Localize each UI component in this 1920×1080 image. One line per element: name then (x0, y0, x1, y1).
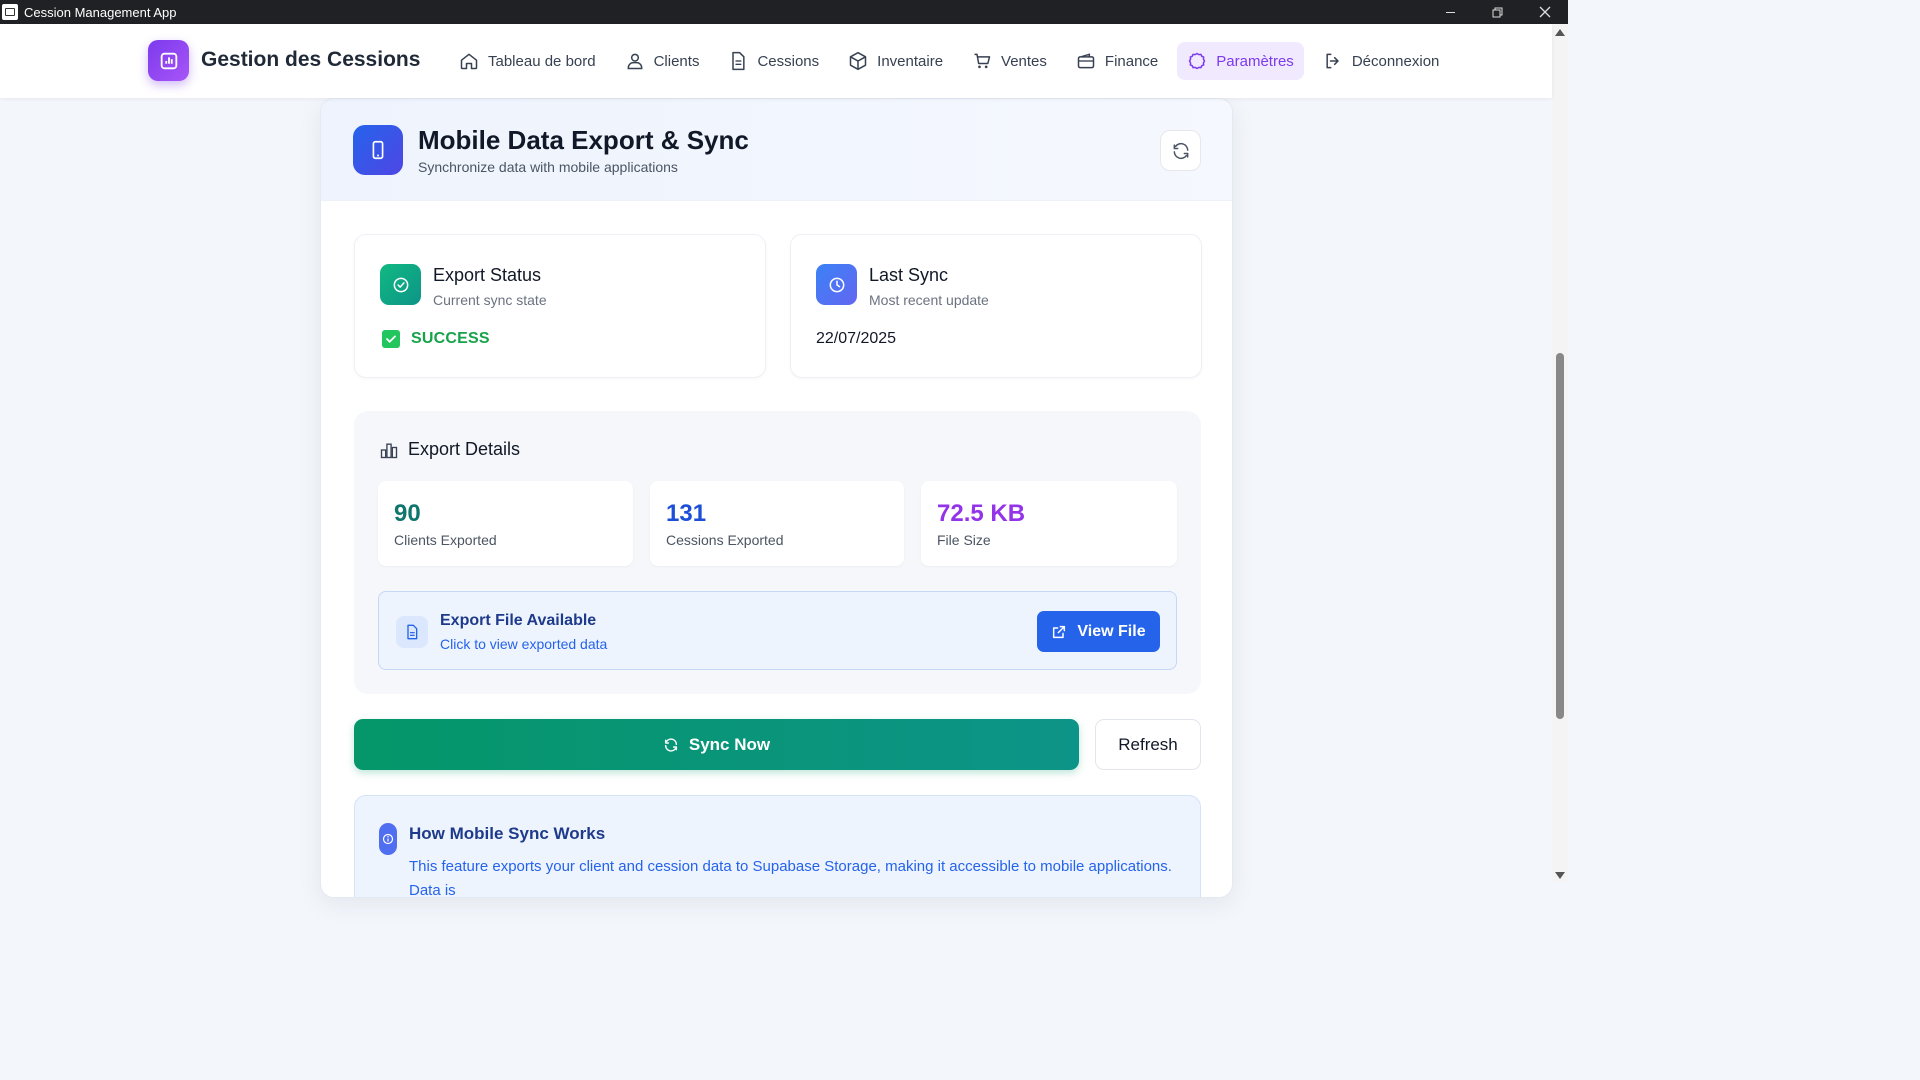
sync-now-button[interactable]: Sync Now (354, 719, 1079, 770)
box-icon (849, 51, 867, 71)
refresh-icon (664, 737, 677, 752)
document-icon (732, 51, 746, 71)
app-header: Gestion des Cessions Tableau de bord Cli… (0, 24, 1552, 98)
export-status-card: Export Status Current sync state SUCCESS (354, 234, 766, 378)
view-file-button[interactable]: View File (1037, 611, 1160, 652)
close-icon (1539, 6, 1550, 18)
users-icon (627, 53, 643, 70)
export-status-value: SUCCESS (411, 330, 490, 347)
app-icon (2, 4, 18, 20)
card-header: Mobile Data Export & Sync Synchronize da… (321, 99, 1232, 201)
nav-label: Déconnexion (1351, 52, 1440, 70)
refresh-label: Refresh (1118, 734, 1178, 754)
export-details-panel: Export Details 90 Clients Exported 131 C… (354, 411, 1201, 694)
sync-now-label: Sync Now (688, 734, 771, 754)
info-text: This feature exports your client and ces… (409, 858, 1172, 898)
close-button[interactable] (1521, 0, 1568, 24)
metric-cessions: 131 Cessions Exported (650, 481, 904, 566)
export-status-title: Export Status (433, 265, 542, 285)
export-file-subtitle: Click to view exported data (440, 636, 608, 652)
metric-label: File Size (937, 532, 991, 548)
nav-label: Paramètres (1216, 52, 1294, 70)
export-status-subtitle: Current sync state (433, 292, 547, 308)
metric-clients: 90 Clients Exported (378, 481, 633, 566)
status-badge: SUCCESS (382, 330, 490, 348)
last-sync-date: 22/07/2025 (816, 330, 897, 347)
nav-label: Clients (653, 52, 700, 70)
export-details-title: Export Details (408, 439, 521, 459)
nav-item-inventaire[interactable]: Inventaire (838, 42, 953, 80)
nav-item-dashboard[interactable]: Tableau de bord (449, 42, 606, 80)
smartphone-icon (353, 125, 403, 175)
metric-label: Cessions Exported (666, 532, 784, 548)
checkbox-check-icon (382, 330, 400, 348)
bar-chart-icon (160, 52, 177, 69)
last-sync-title: Last Sync (869, 265, 949, 285)
app-logo[interactable] (148, 40, 189, 81)
vertical-scrollbar[interactable] (1552, 24, 1568, 882)
minimize-icon (1446, 11, 1455, 13)
export-file-box: Export File Available Click to view expo… (378, 591, 1177, 670)
settings-icon (1189, 52, 1206, 70)
external-link-icon (1053, 625, 1066, 638)
view-file-label: View File (1077, 622, 1146, 640)
last-sync-card: Last Sync Most recent update 22/07/2025 (790, 234, 1202, 378)
info-title: How Mobile Sync Works (409, 824, 606, 843)
nav-label: Ventes (1001, 52, 1047, 70)
nav-item-cessions[interactable]: Cessions (718, 42, 829, 80)
window-title: Cession Management App (24, 4, 177, 20)
scroll-up-arrow-icon[interactable] (1555, 29, 1565, 36)
mobile-sync-card: Mobile Data Export & Sync Synchronize da… (320, 98, 1233, 898)
restore-button[interactable] (1474, 0, 1521, 24)
page-title: Mobile Data Export & Sync (418, 125, 749, 155)
main-nav: Tableau de bord Clients Cessions Inventa… (449, 42, 1458, 80)
app-brand: Gestion des Cessions (201, 48, 421, 71)
metric-file-size: 72.5 KB File Size (921, 481, 1177, 566)
how-sync-works-box: How Mobile Sync Works This feature expor… (354, 795, 1201, 898)
last-sync-subtitle: Most recent update (869, 292, 989, 308)
nav-label: Cessions (757, 52, 820, 70)
header-refresh-button[interactable] (1160, 130, 1201, 171)
home-icon (460, 53, 478, 70)
check-circle-icon (380, 264, 421, 305)
info-icon (379, 823, 397, 855)
nav-label: Tableau de bord (488, 52, 596, 70)
scroll-down-arrow-icon[interactable] (1555, 872, 1565, 879)
bar-chart-icon (380, 443, 398, 458)
wallet-icon (1077, 53, 1095, 69)
metric-value: 90 (394, 500, 421, 527)
nav-item-ventes[interactable]: Ventes (962, 42, 1057, 80)
export-details-heading: Export Details (379, 439, 520, 460)
minimize-button[interactable] (1427, 0, 1474, 24)
nav-item-clients[interactable]: Clients (615, 42, 710, 80)
export-file-title: Export File Available (440, 612, 597, 629)
refresh-button[interactable]: Refresh (1095, 719, 1201, 770)
clock-icon (816, 264, 857, 305)
refresh-icon (1173, 142, 1188, 159)
metric-value: 131 (666, 500, 707, 527)
scrollbar-thumb[interactable] (1556, 353, 1564, 719)
metric-value: 72.5 KB (937, 500, 1026, 527)
logout-icon (1326, 53, 1339, 69)
nav-item-parametres[interactable]: Paramètres (1177, 42, 1304, 80)
window-titlebar: Cession Management App (0, 0, 1568, 24)
page-subtitle: Synchronize data with mobile application… (418, 159, 678, 175)
file-icon (396, 616, 428, 648)
nav-label: Inventaire (877, 52, 944, 70)
nav-item-finance[interactable]: Finance (1066, 42, 1168, 80)
restore-icon (1492, 7, 1503, 17)
metric-label: Clients Exported (394, 532, 497, 548)
nav-item-deconnexion[interactable]: Déconnexion (1313, 42, 1450, 80)
cart-icon (974, 53, 991, 69)
nav-label: Finance (1104, 52, 1159, 70)
